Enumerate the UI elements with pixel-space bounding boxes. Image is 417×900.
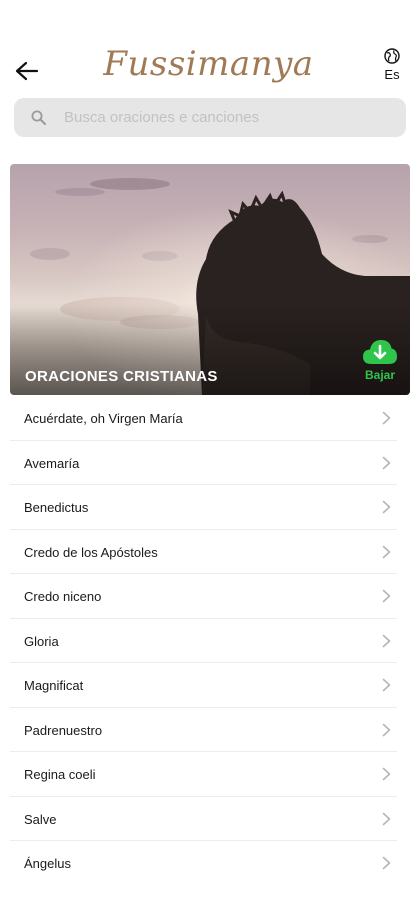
banner-image xyxy=(10,164,410,395)
search-bar[interactable] xyxy=(14,98,406,137)
list-item[interactable]: Regina coeli xyxy=(10,752,397,797)
search-icon xyxy=(31,110,46,125)
list-item-label: Salve xyxy=(24,811,57,827)
list-item[interactable]: Magnificat xyxy=(10,663,397,708)
chevron-right-icon xyxy=(382,767,391,781)
category-banner[interactable]: ORACIONES CRISTIANAS Bajar xyxy=(10,164,410,395)
prayer-list: Acuérdate, oh Virgen María Avemaría Bene… xyxy=(10,396,397,886)
app-logo: Fussimanya xyxy=(103,44,314,84)
list-item-label: Benedictus xyxy=(24,500,89,515)
chevron-right-icon xyxy=(382,500,391,514)
list-item[interactable]: Benedictus xyxy=(10,485,397,530)
download-label: Bajar xyxy=(364,368,396,382)
chevron-right-icon xyxy=(382,634,391,647)
cloud-download-icon xyxy=(363,340,397,364)
chevron-right-icon xyxy=(382,812,391,825)
chevron-right-icon xyxy=(382,678,391,692)
banner-title: ORACIONES CRISTIANAS xyxy=(25,368,218,385)
language-selector[interactable]: Es xyxy=(381,48,403,82)
chevron-right-icon xyxy=(382,411,391,425)
chevron-right-icon xyxy=(382,589,391,603)
list-item-label: Acuérdate, oh Virgen María xyxy=(24,411,183,426)
chevron-right-icon xyxy=(382,856,391,870)
list-item[interactable]: Padrenuestro xyxy=(10,708,397,752)
list-item[interactable]: Gloria xyxy=(10,619,397,663)
language-label: Es xyxy=(384,67,400,82)
list-item[interactable]: Salve xyxy=(10,797,397,841)
list-item[interactable]: Credo niceno xyxy=(10,574,397,619)
list-item-label: Gloria xyxy=(24,633,59,649)
list-item-label: Credo de los Apóstoles xyxy=(24,544,158,560)
list-item-label: Magnificat xyxy=(24,678,84,693)
chevron-right-icon xyxy=(382,723,391,736)
list-item-label: Regina coeli xyxy=(24,767,96,782)
chevron-right-icon xyxy=(382,545,391,558)
list-item[interactable]: Credo de los Apóstoles xyxy=(10,530,397,574)
list-item-label: Ángelus xyxy=(24,856,71,871)
list-item[interactable]: Avemaría xyxy=(10,441,397,485)
list-item[interactable]: Ángelus xyxy=(10,841,397,886)
chevron-right-icon xyxy=(382,456,391,469)
search-input[interactable] xyxy=(64,98,394,137)
globe-icon xyxy=(384,48,400,64)
list-item[interactable]: Acuérdate, oh Virgen María xyxy=(10,396,397,441)
list-item-label: Credo niceno xyxy=(24,589,102,604)
list-item-label: Avemaría xyxy=(24,455,80,471)
app-header: Fussimanya Es xyxy=(0,38,417,94)
download-button[interactable]: Bajar xyxy=(360,338,400,382)
list-item-label: Padrenuestro xyxy=(24,722,103,738)
